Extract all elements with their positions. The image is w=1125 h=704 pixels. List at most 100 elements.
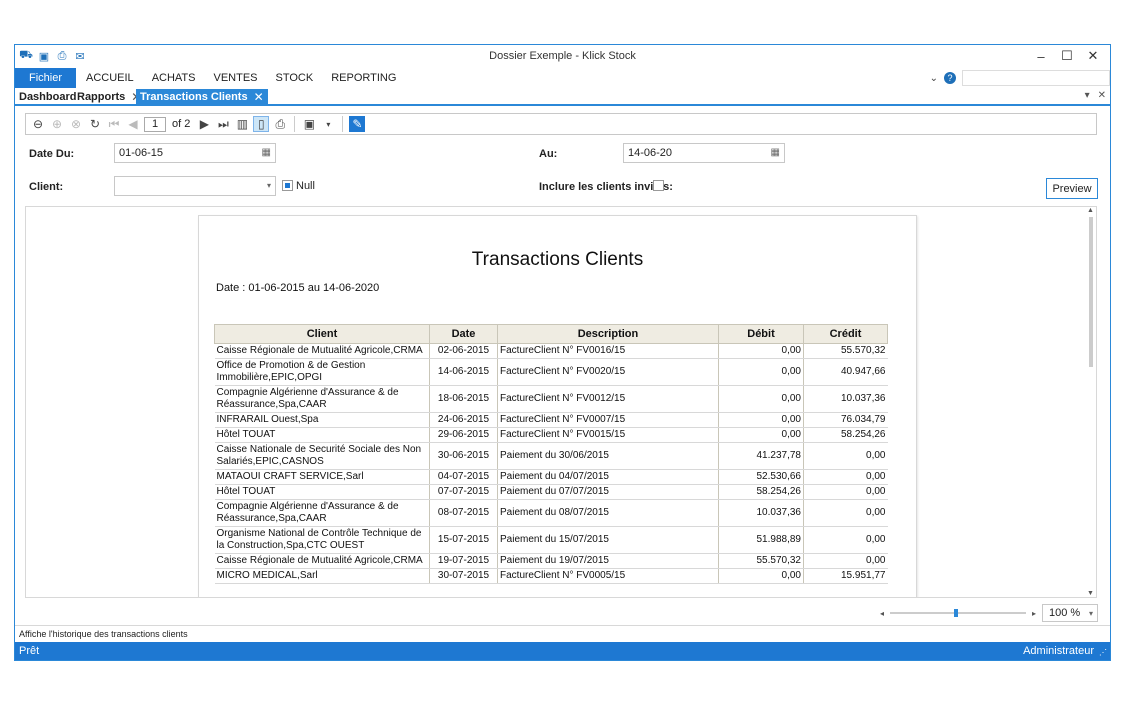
page-view-icon[interactable]: ▯	[253, 116, 270, 132]
table-header-row: Client Date Description Débit Crédit	[214, 324, 888, 344]
status-bar: Prêt Administrateur ⋰	[15, 642, 1110, 660]
report-date-range: Date : 01-06-2015 au 14-06-2020	[216, 282, 380, 294]
cell-debit: 0,00	[718, 412, 804, 428]
cell-credit: 40.947,66	[803, 358, 888, 386]
ribbon-tab-accueil[interactable]: ACCUEIL	[86, 72, 134, 84]
cell-client: Hôtel TOUAT	[214, 484, 430, 500]
zoom-in-icon[interactable]: ▸	[1032, 609, 1036, 618]
cell-description: FactureClient N° FV0007/15	[497, 412, 719, 428]
resize-grip-icon[interactable]: ⋰	[1099, 648, 1107, 657]
tab-label: Transactions Clients	[140, 91, 248, 103]
column-header-credit: Crédit	[803, 324, 888, 344]
column-header-date: Date	[429, 324, 498, 344]
toolbar-separator	[342, 116, 344, 132]
cell-date: 19-07-2015	[429, 553, 498, 569]
maximize-button[interactable]: ☐	[1054, 47, 1080, 65]
first-page-icon[interactable]: ⏮	[106, 116, 122, 132]
ribbon-search-input[interactable]	[962, 70, 1110, 86]
vertical-scrollbar[interactable]: ▲ ▼	[1086, 207, 1096, 597]
chevron-down-icon[interactable]: ▾	[1089, 609, 1093, 618]
column-header-description: Description	[497, 324, 719, 344]
cell-credit: 0,00	[803, 526, 888, 554]
cell-date: 14-06-2015	[429, 358, 498, 386]
date-du-field[interactable]: 01-06-15 ▦	[114, 143, 276, 163]
settings-wrench-icon[interactable]: ✎	[349, 116, 366, 132]
table-row: Hôtel TOUAT 07-07-2015 Paiement du 07/07/2…	[214, 484, 888, 500]
zoom-control: ◂ ▸ 100 % ▾	[880, 604, 1098, 622]
invites-checkbox[interactable]	[653, 180, 664, 191]
date-du-label: Date Du:	[29, 148, 75, 160]
cell-description: FactureClient N° FV0020/15	[497, 358, 719, 386]
close-button[interactable]: ✕	[1080, 47, 1106, 65]
table-row: Hôtel TOUAT 29-06-2015 FactureClient N° FV…	[214, 427, 888, 443]
zoom-select[interactable]: 100 % ▾	[1042, 604, 1098, 622]
ribbon-tab-ventes[interactable]: VENTES	[214, 72, 258, 84]
tab-rapports[interactable]: Rapports ✕	[77, 89, 141, 105]
zoom-out-icon[interactable]: ◂	[880, 609, 884, 618]
ribbon-tab-stock[interactable]: STOCK	[276, 72, 314, 84]
calendar-icon[interactable]: ▦	[262, 147, 271, 158]
last-page-icon[interactable]: ⏭	[215, 116, 231, 132]
report-page: Transactions Clients Date : 01-06-2015 a…	[198, 215, 917, 597]
cell-credit: 0,00	[803, 484, 888, 500]
ribbon-tab-achats[interactable]: ACHATS	[152, 72, 196, 84]
cell-date: 04-07-2015	[429, 469, 498, 485]
zoom-slider-thumb[interactable]	[953, 609, 958, 617]
scroll-thumb[interactable]	[1089, 217, 1093, 367]
cell-client: Office de Promotion & de Gestion Immobil…	[214, 358, 430, 386]
ribbon-tab-reporting[interactable]: REPORTING	[331, 72, 396, 84]
forward-icon[interactable]: ⊕	[49, 116, 65, 132]
client-label: Client:	[29, 181, 64, 193]
hint-text: Affiche l'historique des transactions cl…	[19, 629, 188, 639]
transactions-table: Client Date Description Débit Crédit Cai…	[214, 324, 888, 584]
cell-description: Paiement du 15/07/2015	[497, 526, 719, 554]
close-icon[interactable]: ✕	[1098, 90, 1106, 101]
next-page-icon[interactable]: ▶	[196, 116, 212, 132]
cell-date: 18-06-2015	[429, 385, 498, 413]
preview-button[interactable]: Preview	[1046, 178, 1098, 199]
print-icon[interactable]: ⎙	[272, 116, 288, 132]
cell-description: FactureClient N° FV0012/15	[497, 385, 719, 413]
au-field[interactable]: 14-06-20 ▦	[623, 143, 785, 163]
stop-icon[interactable]: ⊗	[68, 116, 84, 132]
tab-list-icon[interactable]: ▾	[1085, 90, 1090, 101]
cell-date: 29-06-2015	[429, 427, 498, 443]
cell-client: Caisse Nationale de Securité Sociale des…	[214, 442, 430, 470]
client-select[interactable]: ▾	[114, 176, 276, 196]
close-icon[interactable]: ✕	[254, 90, 264, 104]
table-row: MATAOUI CRAFT SERVICE,Sarl 04-07-2015 Paie…	[214, 469, 888, 485]
refresh-icon[interactable]: ↻	[87, 116, 103, 132]
chevron-down-icon[interactable]: ▾	[267, 181, 271, 190]
minimize-button[interactable]: –	[1028, 47, 1054, 65]
prev-page-icon[interactable]: ◀	[125, 116, 141, 132]
status-user: Administrateur	[1023, 645, 1094, 657]
column-header-debit: Débit	[718, 324, 804, 344]
null-checkbox[interactable]	[282, 180, 293, 191]
null-label: Null	[296, 180, 315, 192]
chevron-down-icon[interactable]: ⌄	[930, 73, 938, 84]
zoom-slider[interactable]	[889, 609, 1026, 617]
cell-credit: 10.037,36	[803, 385, 888, 413]
fichier-button[interactable]: Fichier	[15, 68, 76, 88]
cell-debit: 0,00	[718, 385, 804, 413]
scroll-up-icon[interactable]: ▲	[1087, 207, 1094, 214]
cell-date: 08-07-2015	[429, 499, 498, 527]
layout-icon[interactable]: ▥	[234, 116, 250, 132]
calendar-icon[interactable]: ▦	[771, 147, 780, 158]
scroll-down-icon[interactable]: ▼	[1087, 590, 1094, 597]
export-icon[interactable]: ▣	[301, 116, 317, 132]
cell-credit: 15.951,77	[803, 568, 888, 584]
page-number-input[interactable]: 1	[144, 116, 166, 132]
cell-description: Paiement du 04/07/2015	[497, 469, 719, 485]
chevron-down-icon[interactable]: ▾	[320, 116, 336, 132]
status-left: Prêt	[19, 645, 40, 657]
cell-client: Compagnie Algérienne d'Assurance & de Ré…	[214, 385, 430, 413]
cell-credit: 58.254,26	[803, 427, 888, 443]
document-tabs: Dashboard Rapports ✕ Transactions Client…	[15, 88, 1110, 106]
help-icon[interactable]: ?	[944, 72, 956, 84]
cell-debit: 52.530,66	[718, 469, 804, 485]
table-row: Compagnie Algérienne d'Assurance & de Ré…	[214, 385, 888, 413]
back-icon[interactable]: ⊖	[30, 116, 46, 132]
tab-transactions-clients[interactable]: Transactions Clients ✕	[136, 89, 268, 105]
tab-dashboard[interactable]: Dashboard	[19, 89, 76, 105]
